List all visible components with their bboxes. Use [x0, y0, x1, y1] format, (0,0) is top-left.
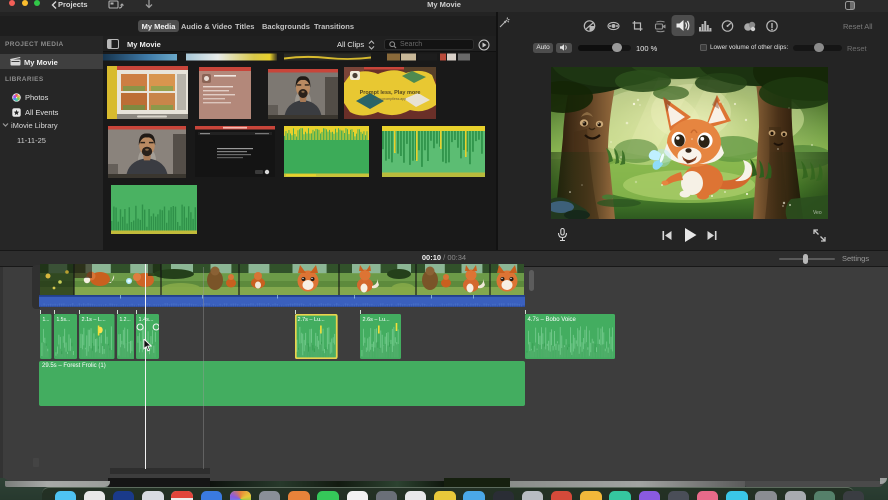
svg-text:Prompt less, Play more: Prompt less, Play more: [360, 90, 421, 96]
svg-text:www.promptless.app: www.promptless.app: [374, 97, 406, 101]
svg-text:2.7s – Lu...: 2.7s – Lu...: [298, 317, 326, 323]
svg-text:2.1s – L...: 2.1s – L...: [82, 317, 107, 323]
svg-text:1.2...: 1.2...: [119, 317, 130, 323]
svg-text:Veo: Veo: [813, 210, 822, 216]
svg-text:1.5s...: 1.5s...: [56, 317, 70, 323]
svg-text:4.7s – Bobo Voice: 4.7s – Bobo Voice: [528, 317, 577, 323]
svg-text:2.6s – Lu...: 2.6s – Lu...: [362, 317, 390, 323]
svg-text:1...: 1...: [43, 317, 50, 323]
